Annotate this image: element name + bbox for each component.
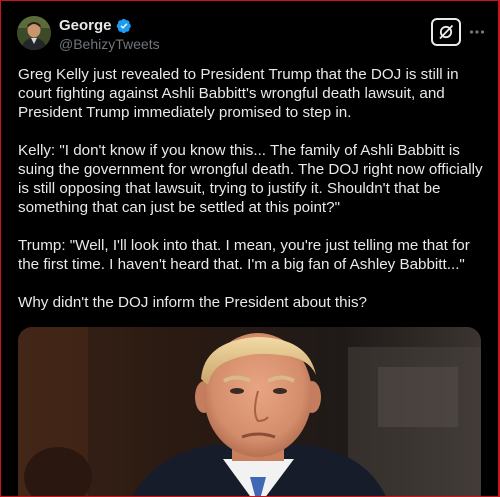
avatar[interactable] [17,16,51,50]
tweet-text: Greg Kelly just revealed to President Tr… [18,65,484,331]
more-horizontal-icon [469,30,485,34]
tweet-paragraph: Greg Kelly just revealed to President Tr… [18,66,459,121]
avatar-image [17,16,51,50]
author-handle[interactable]: @BehizyTweets [59,36,160,52]
tweet-paragraph: Trump: "Well, I'll look into that. I mea… [18,237,470,273]
name-row: George [59,17,132,34]
tweet-paragraph: Kelly: "I don't know if you know this...… [18,142,483,216]
tweet-header: George @BehizyTweets [17,15,485,55]
grok-icon [439,24,454,40]
author-display-name[interactable]: George [59,17,112,34]
grok-button[interactable] [431,18,461,46]
tweet-paragraph: Why didn't the DOJ inform the President … [18,294,368,311]
more-options-button[interactable] [468,22,486,42]
photo-image [18,327,481,496]
tweet-card: George @BehizyTweets Greg Kelly just rev… [0,0,500,497]
tweet-media-photo[interactable] [18,327,481,496]
verified-badge-icon [116,18,132,34]
